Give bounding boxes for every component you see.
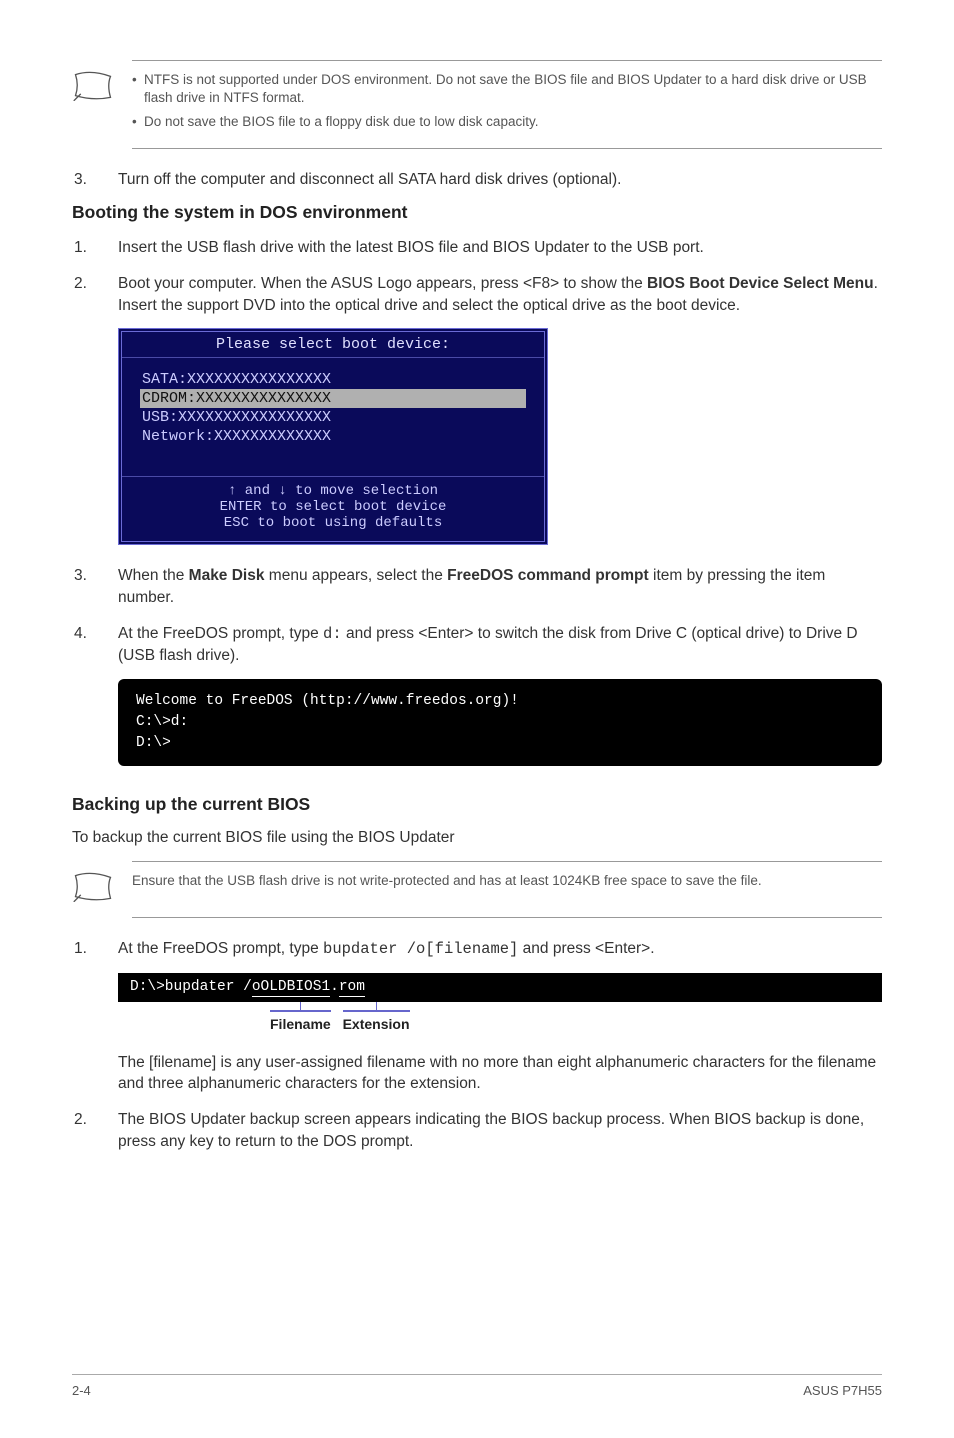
step-text-part: At the FreeDOS prompt, type xyxy=(118,940,323,957)
boot-item: USB:XXXXXXXXXXXXXXXXX xyxy=(140,408,526,427)
step-number: 1. xyxy=(74,237,116,259)
numbered-step: 3. When the Make Disk menu appears, sele… xyxy=(72,563,882,610)
step-number: 3. xyxy=(74,169,116,191)
note-bullet: Do not save the BIOS file to a floppy di… xyxy=(132,113,882,131)
step-text-part: Boot your computer. When the ASUS Logo a… xyxy=(118,275,647,292)
boot-item: SATA:XXXXXXXXXXXXXXXX xyxy=(140,370,526,389)
numbered-step: 2. Boot your computer. When the ASUS Log… xyxy=(72,271,882,318)
term-extension: rom xyxy=(339,979,365,997)
step-text: Boot your computer. When the ASUS Logo a… xyxy=(118,273,880,316)
note-bullet: NTFS is not supported under DOS environm… xyxy=(132,71,882,107)
note-block-ntfs: NTFS is not supported under DOS environm… xyxy=(132,60,882,149)
inline-code: d: xyxy=(323,625,342,643)
step-text-part: At the FreeDOS prompt, type xyxy=(118,625,323,642)
note-list: NTFS is not supported under DOS environm… xyxy=(132,71,882,138)
note-icon xyxy=(72,71,114,106)
section-heading-backup: Backing up the current BIOS xyxy=(72,794,882,815)
boot-item-selected: CDROM:XXXXXXXXXXXXXXX xyxy=(140,389,526,408)
step-bold: Make Disk xyxy=(189,567,265,584)
page-footer: 2-4 ASUS P7H55 xyxy=(72,1374,882,1398)
step-bold: BIOS Boot Device Select Menu xyxy=(647,275,874,292)
term-text: . xyxy=(330,979,339,995)
boot-menu-title: Please select boot device: xyxy=(122,332,544,358)
section-subtext: To backup the current BIOS file using th… xyxy=(72,827,882,849)
step-text-part: menu appears, select the xyxy=(264,567,447,584)
numbered-step-body: The [filename] is any user-assigned file… xyxy=(72,1050,882,1097)
step-number: 1. xyxy=(74,938,116,961)
step-text: When the Make Disk menu appears, select … xyxy=(118,565,880,608)
term-filename: oOLDBIOS1 xyxy=(252,979,330,997)
step-text: Insert the USB flash drive with the late… xyxy=(118,237,704,259)
note-icon xyxy=(72,872,114,907)
step-text-part: When the xyxy=(118,567,189,584)
note-text: Ensure that the USB flash drive is not w… xyxy=(132,872,762,890)
step-text: The BIOS Updater backup screen appears i… xyxy=(118,1109,880,1152)
note-block-write-protect: Ensure that the USB flash drive is not w… xyxy=(132,861,882,918)
product-name: ASUS P7H55 xyxy=(803,1383,882,1398)
boot-item: Network:XXXXXXXXXXXXX xyxy=(140,427,526,446)
boot-foot-line: ↑ and ↓ to move selection xyxy=(122,483,544,499)
term-text: D:\>bupdater / xyxy=(130,979,252,995)
step-text: The [filename] is any user-assigned file… xyxy=(118,1052,880,1095)
annotation-extension: Extension xyxy=(343,1010,410,1032)
terminal-freedos: Welcome to FreeDOS (http://www.freedos.o… xyxy=(118,679,882,766)
step-number: 2. xyxy=(74,273,116,316)
step-bold: FreeDOS command prompt xyxy=(447,567,649,584)
step-text: At the FreeDOS prompt, type d: and press… xyxy=(118,623,880,667)
step-number: 2. xyxy=(74,1109,116,1152)
numbered-step: 3. Turn off the computer and disconnect … xyxy=(72,167,623,193)
boot-foot-line: ESC to boot using defaults xyxy=(122,515,544,531)
section-heading-boot: Booting the system in DOS environment xyxy=(72,202,882,223)
numbered-step: 4. At the FreeDOS prompt, type d: and pr… xyxy=(72,621,882,669)
page-number: 2-4 xyxy=(72,1383,91,1398)
numbered-step: 1. At the FreeDOS prompt, type bupdater … xyxy=(72,936,657,963)
annotation-row: Filename Extension xyxy=(118,1004,882,1032)
inline-code: bupdater /o[filename] xyxy=(323,940,518,958)
boot-menu-footer: ↑ and ↓ to move selection ENTER to selec… xyxy=(122,476,544,541)
numbered-step: 2. The BIOS Updater backup screen appear… xyxy=(72,1107,882,1154)
numbered-step: 1. Insert the USB flash drive with the l… xyxy=(72,235,706,261)
boot-device-menu: Please select boot device: SATA:XXXXXXXX… xyxy=(118,328,548,545)
step-text: At the FreeDOS prompt, type bupdater /o[… xyxy=(118,938,655,961)
terminal-bupdater: D:\>bupdater /oOLDBIOS1.rom xyxy=(118,973,882,1002)
boot-foot-line: ENTER to select boot device xyxy=(122,499,544,515)
step-text-part: and press <Enter>. xyxy=(518,940,654,957)
step-number: 3. xyxy=(74,565,116,608)
boot-menu-list: SATA:XXXXXXXXXXXXXXXX CDROM:XXXXXXXXXXXX… xyxy=(122,358,544,476)
step-text: Turn off the computer and disconnect all… xyxy=(118,169,621,191)
annotation-filename: Filename xyxy=(270,1010,331,1032)
step-number: 4. xyxy=(74,623,116,667)
